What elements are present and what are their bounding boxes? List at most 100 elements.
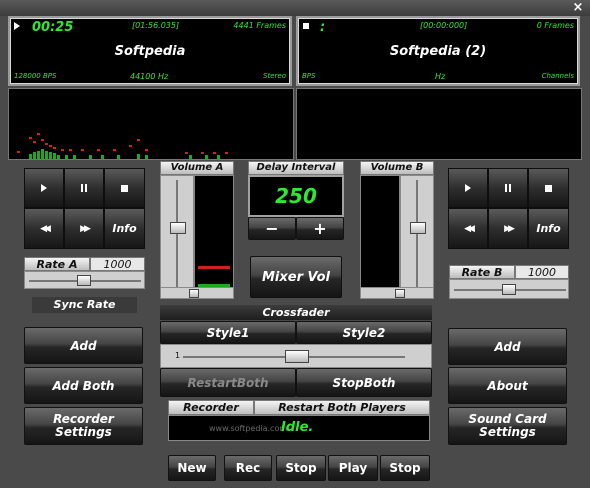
- deck-a-frames: 4441 Frames: [233, 21, 286, 30]
- deck-a-title: Softpedia: [114, 44, 186, 59]
- rate-a-panel: Rate A 1000: [24, 257, 145, 299]
- deck-a-channels: Stereo: [263, 72, 286, 80]
- deck-b-title: Softpedia (2): [389, 44, 487, 59]
- delay-interval-label: Delay Interval: [248, 161, 344, 175]
- stop-icon: [121, 184, 128, 192]
- rate-b-slider-thumb[interactable]: [502, 284, 516, 295]
- deck-a-play-indicator: [14, 22, 20, 30]
- deck-a-time: 00:25: [32, 20, 74, 35]
- rate-b-label: Rate B: [449, 265, 515, 279]
- recorder-rec-button[interactable]: Rec: [224, 455, 272, 481]
- stop-both-button[interactable]: StopBoth: [296, 368, 432, 397]
- fast-forward-icon: ▶▶: [504, 223, 515, 234]
- volume-a-label: Volume A: [160, 161, 234, 175]
- sync-rate-button[interactable]: Sync Rate: [32, 297, 137, 313]
- rate-a-value: 1000: [90, 257, 145, 271]
- pause-icon: [81, 184, 87, 192]
- deck-b-position: [00:00:000]: [420, 21, 468, 30]
- deck-a-info-button[interactable]: Info: [104, 208, 145, 249]
- deck-b-time: :: [320, 20, 326, 35]
- about-button[interactable]: About: [448, 367, 567, 404]
- volume-b-panel: Volume B: [360, 161, 434, 301]
- delay-interval-value: 250: [248, 175, 344, 217]
- volume-a-meter: [194, 175, 234, 299]
- deck-a-play-button[interactable]: [24, 168, 64, 208]
- volume-a-panel: Volume A: [160, 161, 234, 301]
- restart-both-players-label: Restart Both Players: [254, 400, 430, 415]
- crossfader-slider[interactable]: 1: [160, 344, 432, 368]
- deck-a-transport: ◀◀ ▶▶ Info: [24, 168, 145, 249]
- pause-icon: [505, 184, 511, 192]
- deck-b-forward-button[interactable]: ▶▶: [488, 208, 528, 249]
- deck-a-pause-button[interactable]: [64, 168, 104, 208]
- deck-a-spectrum-bars: [17, 133, 228, 159]
- rate-b-slider[interactable]: [449, 279, 569, 299]
- deck-b-info-button[interactable]: Info: [528, 208, 569, 249]
- deck-b-stop-button[interactable]: [528, 168, 569, 208]
- crossfader-label: Crossfader: [160, 305, 432, 320]
- recorder-status-display: www.softpedia.com Idle.: [168, 415, 430, 441]
- recorder-new-button[interactable]: New: [168, 455, 216, 481]
- recorder-watermark: www.softpedia.com: [209, 424, 288, 433]
- deck-a-bitrate: 128000 BPS: [14, 72, 57, 80]
- deck-a-forward-button[interactable]: ▶▶: [64, 208, 104, 249]
- rate-b-panel: Rate B 1000: [449, 265, 569, 305]
- style1-button[interactable]: Style1: [160, 321, 296, 344]
- recorder-stop-playback-button[interactable]: Stop: [380, 455, 430, 481]
- volume-b-slider-thumb[interactable]: [410, 222, 426, 234]
- delay-plus-button[interactable]: +: [296, 217, 344, 240]
- sound-card-settings-button[interactable]: Sound Card Settings: [448, 407, 567, 445]
- deck-b-rewind-button[interactable]: ◀◀: [448, 208, 488, 249]
- add-both-button[interactable]: Add Both: [24, 367, 143, 404]
- rewind-icon: ◀◀: [464, 223, 475, 234]
- deck-b-display: : [00:00:000] 0 Frames Softpedia (2) BPS…: [296, 16, 580, 86]
- deck-a-spectrum: [8, 88, 294, 160]
- crossfader-thumb[interactable]: [285, 350, 309, 363]
- fast-forward-icon: ▶▶: [80, 223, 91, 234]
- deck-b-pause-button[interactable]: [488, 168, 528, 208]
- deck-b-indicator: [303, 23, 309, 29]
- deck-a-display: 00:25 [01:56.035] 4441 Frames Softpedia …: [8, 16, 292, 86]
- deck-b-bitrate: BPS: [302, 72, 316, 80]
- close-button[interactable]: ×: [570, 0, 586, 16]
- deck-a-samplerate: 44100 Hz: [130, 72, 169, 81]
- recorder-settings-button[interactable]: Recorder Settings: [24, 407, 143, 445]
- recorder-stop-button[interactable]: Stop: [276, 455, 326, 481]
- deck-b-frames: 0 Frames: [536, 21, 574, 30]
- delay-minus-button[interactable]: −: [248, 217, 296, 240]
- deck-a-rewind-button[interactable]: ◀◀: [24, 208, 64, 249]
- volume-a-slider[interactable]: [160, 175, 194, 299]
- restart-both-button[interactable]: RestartBoth: [160, 368, 296, 397]
- rate-a-slider-thumb[interactable]: [77, 275, 91, 286]
- rate-b-value: 1000: [515, 265, 569, 279]
- style2-button[interactable]: Style2: [296, 321, 432, 344]
- deck-b-channels: Channels: [541, 72, 574, 80]
- deck-b-transport: ◀◀ ▶▶ Info: [448, 168, 569, 249]
- deck-a-stop-button[interactable]: [104, 168, 145, 208]
- volume-b-balance[interactable]: [360, 287, 434, 299]
- play-icon: [465, 184, 471, 192]
- volume-b-slider[interactable]: [400, 175, 434, 299]
- deck-b-spectrum: [296, 88, 582, 160]
- volume-b-balance-thumb[interactable]: [395, 289, 405, 298]
- stop-icon: [545, 184, 552, 192]
- rate-a-slider[interactable]: [24, 271, 145, 289]
- volume-a-balance[interactable]: [160, 287, 234, 299]
- crossfader-min-label: 1: [175, 351, 181, 360]
- volume-a-peak: [198, 266, 230, 269]
- mixer-vol-button[interactable]: Mixer Vol: [250, 256, 342, 298]
- recorder-status: Idle.: [281, 420, 314, 435]
- play-icon: [41, 184, 47, 192]
- deck-b-samplerate: Hz: [435, 72, 446, 81]
- recorder-play-button[interactable]: Play: [328, 455, 378, 481]
- deck-b-play-button[interactable]: [448, 168, 488, 208]
- add-a-button[interactable]: Add: [24, 327, 143, 364]
- add-b-button[interactable]: Add: [448, 328, 567, 365]
- volume-b-meter: [360, 175, 400, 299]
- recorder-label: Recorder: [168, 400, 254, 415]
- rewind-icon: ◀◀: [40, 223, 51, 234]
- volume-b-label: Volume B: [360, 161, 434, 175]
- volume-a-slider-thumb[interactable]: [170, 222, 186, 234]
- volume-a-balance-thumb[interactable]: [189, 289, 199, 298]
- rate-a-label: Rate A: [24, 257, 90, 271]
